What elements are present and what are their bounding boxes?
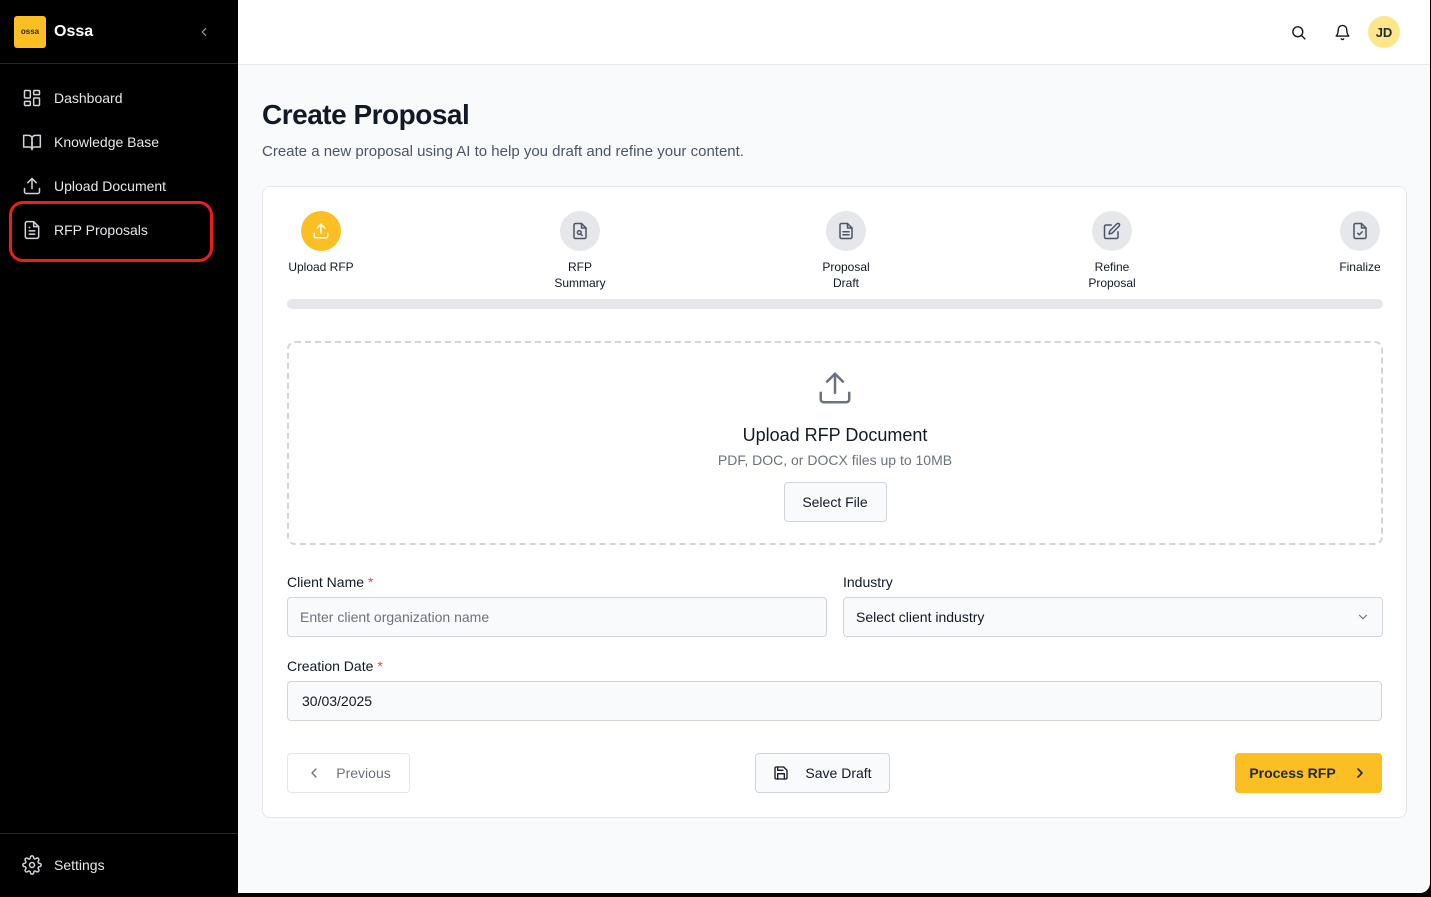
document-icon — [839, 222, 853, 240]
step-label: RFP Summary — [554, 260, 606, 290]
ossa-logo[interactable]: ossa — [14, 15, 46, 48]
chevron-down-icon — [1358, 614, 1368, 620]
industry-label: Industry — [843, 574, 893, 590]
step-rfp-summary[interactable]: RFP Summary — [520, 211, 640, 291]
save-icon — [774, 766, 789, 780]
required-mark: * — [368, 574, 374, 590]
sidebar-item-upload-document[interactable]: Upload Document — [0, 164, 238, 208]
sidebar-item-label: Upload Document — [54, 178, 167, 194]
top-bar: JD — [238, 0, 1430, 65]
sidebar: ossa Ossa Dashboard Knowledge Base Uploa… — [0, 0, 238, 897]
industry-select[interactable]: Select client industry — [843, 597, 1383, 637]
chevron-right-icon — [1356, 768, 1363, 778]
search-button[interactable] — [1280, 14, 1316, 50]
proposal-card: Upload RFP RFP Summary Proposal Draft Re… — [262, 186, 1407, 818]
brand: ossa Ossa — [0, 0, 238, 64]
chevron-left-icon — [311, 768, 317, 778]
sidebar-item-label: Dashboard — [54, 90, 123, 106]
upload-subtitle: PDF, DOC, or DOCX files up to 10MB — [717, 452, 953, 468]
step-upload-rfp[interactable]: Upload RFP — [261, 211, 381, 275]
creation-date-field[interactable]: 30/03/2025 — [287, 681, 1382, 721]
previous-label: Previous — [336, 765, 391, 781]
step-label: Finalize — [1339, 260, 1381, 274]
file-search-icon — [573, 222, 587, 240]
page-content: Create Proposal Create a new proposal us… — [238, 65, 1430, 818]
brand-name: Ossa — [54, 22, 94, 40]
client-name-field[interactable]: Enter client organization name — [287, 597, 827, 637]
step-proposal-draft[interactable]: Proposal Draft — [786, 211, 906, 291]
process-rfp-label: Process RFP — [1249, 765, 1336, 781]
save-draft-label: Save Draft — [805, 765, 872, 781]
sidebar-footer: Settings — [0, 833, 238, 897]
step-label: Upload RFP — [288, 260, 354, 274]
progress-bar — [287, 299, 1383, 309]
stepper: Upload RFP RFP Summary Proposal Draft Re… — [287, 211, 1383, 291]
sidebar-nav: Dashboard Knowledge Base Upload Document… — [0, 64, 238, 252]
required-mark: * — [377, 658, 383, 674]
bell-icon — [1334, 24, 1350, 40]
client-name-label-text: Client Name — [287, 574, 365, 590]
collapse-sidebar-button[interactable] — [194, 22, 214, 42]
avatar[interactable]: JD — [1368, 16, 1400, 48]
step-label: Proposal Draft — [822, 260, 870, 290]
upload-icon — [819, 372, 851, 404]
main-area: JD Create Proposal Create a new proposal… — [238, 0, 1430, 893]
upload-icon — [23, 177, 41, 195]
dashboard-icon — [23, 89, 41, 107]
document-icon — [24, 220, 40, 240]
creation-date-value: 30/03/2025 — [302, 693, 373, 709]
sidebar-item-dashboard[interactable]: Dashboard — [0, 76, 238, 120]
notifications-button[interactable] — [1324, 14, 1360, 50]
sidebar-item-label: Knowledge Base — [54, 134, 160, 150]
chevron-left-icon — [201, 27, 207, 36]
edit-icon — [1103, 222, 1121, 240]
page-subtitle: Create a new proposal using AI to help y… — [262, 143, 744, 160]
upload-dropzone[interactable]: Upload RFP Document PDF, DOC, or DOCX fi… — [287, 341, 1383, 545]
previous-button[interactable]: Previous — [287, 753, 410, 793]
select-file-button[interactable]: Select File — [783, 482, 887, 522]
book-icon — [22, 134, 42, 151]
gear-icon — [22, 855, 42, 875]
creation-date-label-text: Creation Date — [287, 658, 374, 674]
sidebar-item-settings[interactable]: Settings — [0, 834, 238, 896]
client-name-placeholder: Enter client organization name — [300, 609, 490, 625]
dropzone-icon-wrap — [289, 369, 1381, 407]
creation-date-label: Creation Date * — [287, 658, 383, 674]
sidebar-item-label: Settings — [54, 857, 105, 873]
step-label: Refine Proposal — [1088, 260, 1136, 290]
file-check-icon — [1353, 222, 1367, 240]
upload-title: Upload RFP Document — [742, 425, 928, 445]
sidebar-item-rfp-proposals[interactable]: RFP Proposals — [0, 208, 238, 252]
step-circle — [301, 211, 341, 251]
industry-selected: Select client industry — [856, 609, 985, 625]
process-rfp-button[interactable]: Process RFP — [1235, 753, 1382, 793]
step-refine-proposal[interactable]: Refine Proposal — [1052, 211, 1172, 291]
search-icon — [1291, 25, 1306, 40]
page-title: Create Proposal — [262, 99, 470, 130]
step-circle — [826, 211, 866, 251]
step-finalize[interactable]: Finalize — [1300, 211, 1420, 275]
upload-icon — [313, 223, 329, 239]
step-circle — [560, 211, 600, 251]
step-circle — [1092, 211, 1132, 251]
step-circle — [1340, 211, 1380, 251]
save-draft-button[interactable]: Save Draft — [755, 753, 890, 793]
sidebar-item-label: RFP Proposals — [54, 222, 148, 238]
sidebar-item-knowledge-base[interactable]: Knowledge Base — [0, 120, 238, 164]
client-name-label: Client Name * — [287, 574, 373, 590]
